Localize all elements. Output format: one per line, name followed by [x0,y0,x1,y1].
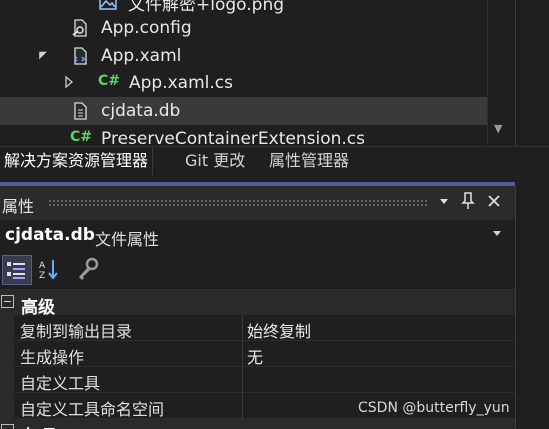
solution-explorer: 文件解密+logo.png App.config ◢ App.xaml C# A… [0,0,549,146]
db-file-icon [70,101,90,121]
category-advanced[interactable]: − 高级 [0,290,515,318]
side-panel-strip [515,186,549,429]
property-pages-icon[interactable] [74,255,104,285]
column-divider[interactable] [242,315,243,341]
object-selector[interactable]: cjdata.db 文件属性 [0,220,515,252]
properties-title-bar[interactable]: 属性 [0,186,515,220]
pin-icon[interactable] [458,191,478,214]
image-file-icon [98,0,118,12]
scroll-down-icon[interactable]: ▼ [494,122,502,135]
tree-item-label: App.xaml [101,46,182,66]
row-gutter [0,393,14,419]
row-gutter [0,341,14,367]
column-divider[interactable] [242,367,243,393]
property-name: 生成操作 [20,348,85,367]
object-name: cjdata.db [5,225,95,245]
collapsed-arrow-icon[interactable] [63,75,75,92]
column-divider[interactable] [242,341,243,367]
properties-toolbar: AZ [0,252,515,290]
row-gutter [0,315,14,341]
tree-item-preserve-container[interactable]: C# PreserveContainerExtension.cs [0,125,487,146]
categorized-view-icon[interactable] [2,255,32,285]
tree-item-label: App.xaml.cs [129,73,233,93]
property-value[interactable]: 始终复制 [247,318,311,342]
property-name: 自定义工具 [20,374,101,393]
tool-window-tabs: 解决方案资源管理器 Git 更改 属性管理器 [0,146,549,184]
column-divider[interactable] [242,393,243,419]
category-misc[interactable]: − 杂项 [0,419,515,429]
chevron-down-icon[interactable] [492,228,502,241]
svg-text:A: A [39,261,46,271]
watermark: CSDN @butterfly_yun [358,400,510,416]
collapse-icon[interactable]: − [1,424,14,429]
csharp-file-icon: C# [98,73,121,89]
svg-text:Z: Z [39,271,45,281]
tree-item-label: 文件解密+logo.png [128,0,285,15]
property-row[interactable]: 生成操作 无 [0,341,515,367]
csharp-file-icon: C# [70,129,93,145]
row-gutter [0,367,14,393]
tree-item-label: App.config [101,18,192,38]
property-name: 自定义工具命名空间 [20,400,165,419]
tab-property-manager[interactable]: 属性管理器 [265,147,353,175]
object-type: 文件属性 [95,230,160,249]
tab-git-changes[interactable]: Git 更改 [181,147,249,175]
alphabetical-sort-icon[interactable]: AZ [36,255,66,285]
tree-item-cjdata-db[interactable]: cjdata.db [0,97,487,125]
close-icon[interactable] [484,191,504,212]
tree-item-app-xaml-cs[interactable]: C# App.xaml.cs [0,69,487,97]
window-options-icon[interactable] [434,191,454,211]
collapse-icon[interactable]: − [1,295,14,308]
property-name: 复制到输出目录 [20,322,133,341]
property-row[interactable]: 复制到输出目录 始终复制 [0,315,515,341]
expanded-arrow-icon[interactable]: ◢ [37,50,49,61]
tree-item-app-config[interactable]: App.config [0,14,487,42]
property-row[interactable]: 自定义工具 [0,367,515,393]
property-value[interactable]: 无 [247,344,263,368]
tree-item-app-xaml[interactable]: ◢ App.xaml [0,42,487,70]
tree-item-label: cjdata.db [101,101,181,121]
config-file-icon [70,18,90,38]
properties-title: 属性 [2,197,35,216]
category-label: 杂项 [21,422,55,429]
title-grip[interactable] [48,199,428,206]
tab-solution-explorer[interactable]: 解决方案资源管理器 [0,147,154,175]
xaml-file-icon [70,46,90,66]
side-panel-strip [515,0,549,146]
properties-window: 属性 cjdata.db 文件属性 AZ − 高级 复制到输出目录 始终复制 生… [0,186,515,429]
tree-item-label: PreserveContainerExtension.cs [101,129,365,146]
